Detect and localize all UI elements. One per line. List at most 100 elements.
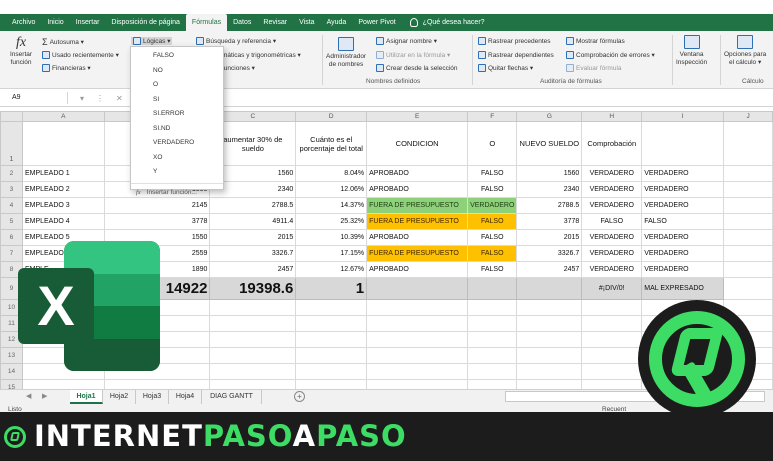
logical-button[interactable]: Lógicas ▾ [131, 37, 173, 45]
header-cell[interactable]: Comprobación [581, 121, 643, 166]
check-result-cell[interactable]: VERDADERO [641, 165, 725, 182]
empty-cell[interactable] [366, 331, 469, 348]
check-result-cell[interactable]: VERDADERO [641, 245, 725, 262]
check-result-cell[interactable]: VERDADERO [641, 181, 725, 198]
total-check-result-cell[interactable]: MAL EXPRESADO [641, 277, 725, 300]
empty-cell[interactable] [723, 121, 773, 166]
or-result-cell[interactable]: FALSO [467, 181, 518, 198]
empty-cell[interactable] [295, 331, 368, 348]
tab-inicio[interactable]: Inicio [41, 14, 69, 31]
remove-arrows-button[interactable]: Quitar flechas ▾ [478, 64, 533, 72]
or-result-cell[interactable]: VERDADERO [467, 197, 518, 214]
check-cell[interactable]: VERDADERO [581, 165, 643, 182]
empty-cell[interactable] [209, 315, 297, 332]
empty-cell[interactable] [581, 331, 643, 348]
empty-cell[interactable] [209, 363, 297, 380]
employee-name-cell[interactable]: EMPLEADO 2 [21, 181, 105, 198]
tab-power-pivot[interactable]: Power Pivot [352, 14, 401, 31]
name-box[interactable]: A9 [8, 92, 68, 104]
row-header[interactable]: 3 [0, 181, 23, 198]
empty-cell[interactable] [209, 331, 297, 348]
salary-cell[interactable]: 2145 [103, 197, 211, 214]
tab-vista[interactable]: Vista [293, 14, 320, 31]
tab-revisar[interactable]: Revisar [257, 14, 293, 31]
employee-name-cell[interactable]: EMPLEADO 3 [21, 197, 105, 214]
condition-cell[interactable]: APROBADO [366, 261, 469, 278]
add-sheet-icon[interactable]: + [294, 391, 305, 402]
menu-item-si[interactable]: SI [131, 93, 223, 108]
empty-cell[interactable] [467, 299, 518, 316]
condition-cell[interactable]: FUERA DE PRESUPUESTO [366, 197, 469, 214]
sheet-scroll-left-icon[interactable]: ◀ [26, 392, 31, 400]
name-manager-button[interactable]: Administrador de nombres [326, 37, 366, 69]
header-cell[interactable]: O [467, 121, 518, 166]
percentage-cell[interactable]: 12.67% [295, 261, 368, 278]
check-result-cell[interactable]: VERDADERO [641, 229, 725, 246]
create-from-selection-button[interactable]: Crear desde la selección [376, 64, 458, 72]
total-raised-cell[interactable]: 19398.6 [209, 277, 297, 300]
empty-cell[interactable] [723, 197, 773, 214]
check-cell[interactable]: VERDADERO [581, 197, 643, 214]
check-result-cell[interactable]: FALSO [641, 213, 725, 230]
tab-archivo[interactable]: Archivo [6, 14, 41, 31]
employee-name-cell[interactable]: EMPLEADO 4 [21, 213, 105, 230]
watch-window-button[interactable]: Ventana Inspección [676, 35, 707, 67]
show-formulas-button[interactable]: Mostrar fórmulas [566, 37, 625, 45]
check-cell[interactable]: FALSO [581, 213, 643, 230]
empty-cell[interactable] [209, 347, 297, 364]
sheet-tab-diag-gantt[interactable]: DIAG GANTT [202, 390, 262, 404]
menu-item-si-nd[interactable]: SI.ND [131, 122, 223, 137]
or-result-cell[interactable]: FALSO [467, 165, 518, 182]
raised-salary-cell[interactable]: 2015 [209, 229, 297, 246]
total-new-salary-cell[interactable] [516, 277, 583, 300]
raised-salary-cell[interactable]: 2788.5 [209, 197, 297, 214]
condition-cell[interactable]: APROBADO [366, 181, 469, 198]
empty-cell[interactable] [366, 347, 469, 364]
trace-precedents-button[interactable]: Rastrear precedentes [478, 37, 551, 45]
empty-cell[interactable] [516, 315, 583, 332]
employee-name-cell[interactable]: EMPLEADO 1 [21, 165, 105, 182]
tab-page-layout[interactable]: Disposición de página [105, 14, 186, 31]
financial-button[interactable]: Financieras ▾ [42, 64, 91, 72]
percentage-cell[interactable]: 17.15% [295, 245, 368, 262]
empty-cell[interactable] [581, 299, 643, 316]
empty-cell[interactable] [581, 363, 643, 380]
or-result-cell[interactable]: FALSO [467, 261, 518, 278]
check-cell[interactable]: VERDADERO [581, 229, 643, 246]
column-header-g[interactable]: G [516, 111, 583, 122]
menu-item-verdadero[interactable]: VERDADERO [131, 136, 223, 151]
new-salary-cell[interactable]: 3326.7 [516, 245, 583, 262]
sheet-tab-hoja1[interactable]: Hoja1 [70, 390, 103, 404]
empty-cell[interactable] [581, 315, 643, 332]
new-salary-cell[interactable]: 2788.5 [516, 197, 583, 214]
column-header-f[interactable]: F [467, 111, 518, 122]
tab-insertar[interactable]: Insertar [70, 14, 106, 31]
calculation-options-button[interactable]: Opciones para el cálculo ▾ [724, 35, 766, 67]
tab-formulas[interactable]: Fórmulas [185, 14, 228, 31]
or-result-cell[interactable]: FALSO [467, 245, 518, 262]
empty-cell[interactable] [723, 261, 773, 278]
evaluate-formula-button[interactable]: Evaluar fórmula [566, 64, 622, 72]
use-in-formula-button[interactable]: Utilizar en la fórmula ▾ [376, 51, 450, 59]
header-cell[interactable] [21, 121, 105, 166]
empty-cell[interactable] [516, 363, 583, 380]
empty-cell[interactable] [723, 229, 773, 246]
empty-cell[interactable] [295, 299, 368, 316]
empty-cell[interactable] [723, 213, 773, 230]
check-result-cell[interactable]: VERDADERO [641, 197, 725, 214]
or-result-cell[interactable]: FALSO [467, 213, 518, 230]
empty-cell[interactable] [723, 165, 773, 182]
new-salary-cell[interactable]: 2457 [516, 261, 583, 278]
total-check-cell[interactable]: #¡DIV/0! [581, 277, 643, 300]
check-cell[interactable]: VERDADERO [581, 261, 643, 278]
percentage-cell[interactable]: 10.39% [295, 229, 368, 246]
menu-item-o[interactable]: O [131, 78, 223, 93]
check-cell[interactable]: VERDADERO [581, 181, 643, 198]
column-header-i[interactable]: I [641, 111, 725, 122]
empty-cell[interactable] [295, 363, 368, 380]
empty-cell[interactable] [516, 299, 583, 316]
autosum-button[interactable]: Σ Autosuma ▾ [42, 37, 84, 47]
name-box-dropdown-icon[interactable]: ▾ [80, 94, 84, 103]
cancel-entry-icon[interactable]: ✕ [116, 94, 123, 103]
column-header-d[interactable]: D [295, 111, 368, 122]
